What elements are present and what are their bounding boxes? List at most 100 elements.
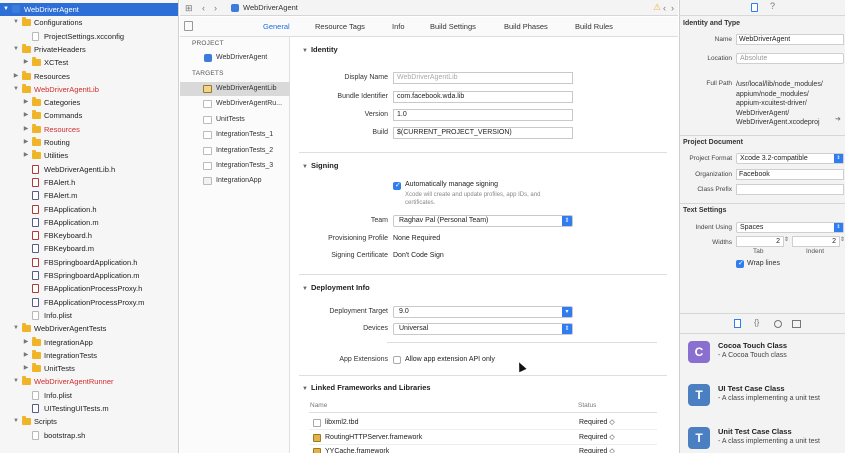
disclosure-right-icon[interactable]: ▶ [22,136,30,149]
framework-row[interactable]: RoutingHTTPServer.framework Required ◇ [309,431,657,445]
navigator-item[interactable]: ▼ WebDriverAgentRunner [0,375,178,388]
version-field[interactable]: 1.0 [393,109,573,121]
navigator-item[interactable]: WebDriverAgentLib.h [0,163,178,176]
navigator-item[interactable]: ▶ IntegrationApp [0,336,178,349]
build-field[interactable]: $(CURRENT_PROJECT_VERSION) [393,127,573,139]
signing-section-title[interactable]: ▼ Signing [302,161,338,170]
hide-targets-icon[interactable] [184,21,193,31]
disclosure-down-icon[interactable]: ▼ [12,16,20,29]
disclosure-down-icon[interactable]: ▼ [12,43,20,56]
navigator-item[interactable]: FBKeyboard.h [0,229,178,242]
navigator-item[interactable]: ▶ Routing [0,136,178,149]
disclosure-right-icon[interactable]: ▶ [22,123,30,136]
target-item[interactable]: IntegrationTests_3 [180,159,290,173]
navigator-item[interactable]: ProjectSettings.xcconfig [0,30,178,43]
tab-width-stepper[interactable]: ⇕ [784,236,789,243]
warning-icon[interactable]: ⚠ [653,2,661,13]
tab-resource-tags[interactable]: Resource Tags [315,22,365,31]
frameworks-name-header[interactable]: Name [310,402,327,409]
disclosure-down-icon[interactable]: ▼ [12,415,20,428]
tab-general[interactable]: General [263,22,290,31]
target-item[interactable]: IntegrationTests_2 [180,144,290,158]
back-icon-right[interactable]: ‹ [663,2,666,14]
frameworks-section-title[interactable]: ▼ Linked Frameworks and Libraries [302,383,431,392]
disclosure-right-icon[interactable]: ▶ [22,56,30,69]
framework-row[interactable]: YYCache.framework Required ◇ [309,445,657,453]
display-name-field[interactable]: WebDriverAgentLib [393,72,573,84]
library-template-item[interactable]: T UI Test Case Class - A class implementi… [684,380,844,420]
navigator-item[interactable]: FBApplicationProcessProxy.h [0,282,178,295]
related-items-icon[interactable]: ⊞ [185,2,193,14]
app-extension-api-checkbox[interactable] [393,356,401,364]
wrap-lines-checkbox[interactable] [736,259,744,268]
navigator-item[interactable]: ▶ Categories [0,96,178,109]
organization-field[interactable]: Facebook [736,169,844,180]
navigator-item[interactable]: ▶ Utilities [0,149,178,162]
disclosure-down-icon[interactable]: ▼ [12,375,20,388]
navigator-item[interactable]: FBApplicationProcessProxy.m [0,296,178,309]
tab-width-field[interactable]: 2 [736,236,784,247]
navigator-item[interactable]: FBSpringboardApplication.h [0,256,178,269]
bundle-id-field[interactable]: com.facebook.wda.lib [393,91,573,103]
disclosure-right-icon[interactable]: ▶ [22,362,30,375]
navigator-item[interactable]: ▶ Commands [0,109,178,122]
frameworks-status-header[interactable]: Status [578,402,596,409]
navigator-item[interactable]: ▼ WebDriverAgentLib [0,83,178,96]
target-item[interactable]: IntegrationTests_1 [180,128,290,142]
forward-icon-right[interactable]: › [671,2,674,14]
library-template-item[interactable]: C Cocoa Touch Class - A Cocoa Touch class [684,337,844,377]
navigator-item[interactable]: FBAlert.m [0,189,178,202]
object-library-icon[interactable] [774,320,782,328]
file-template-library-icon[interactable] [734,319,741,328]
navigator-item[interactable]: ▼ Configurations [0,16,178,29]
class-prefix-field[interactable] [736,184,844,195]
code-snippet-library-icon[interactable]: {} [754,318,759,327]
disclosure-right-icon[interactable]: ▶ [22,96,30,109]
project-navigator[interactable]: ▼ WebDriverAgent ▼ Configurations ProjectSet… [0,0,179,453]
disclosure-right-icon[interactable]: ▶ [22,149,30,162]
navigator-item[interactable]: FBAlert.h [0,176,178,189]
navigator-item[interactable]: ▼ PrivateHeaders [0,43,178,56]
navigator-item[interactable]: Info.plist [0,309,178,322]
tab-build-settings[interactable]: Build Settings [430,22,476,31]
target-item[interactable]: WebDriverAgentLib [180,82,290,96]
back-icon[interactable]: ‹ [202,2,205,14]
indent-using-popup[interactable]: Spaces ⇕ [736,222,844,233]
navigator-item[interactable]: ▶ Resources [0,70,178,83]
navigator-item[interactable]: FBApplication.m [0,216,178,229]
framework-status-popup[interactable]: Required ◇ [579,416,615,430]
disclosure-down-icon[interactable]: ▼ [12,83,20,96]
target-item[interactable]: WebDriverAgentRu... [180,97,290,111]
media-library-icon[interactable] [792,320,801,328]
team-popup[interactable]: Raghav Pal (Personal Team) ⇕ [393,215,573,227]
navigator-item[interactable]: FBSpringboardApplication.m [0,269,178,282]
navigator-item[interactable]: Info.plist [0,389,178,402]
disclosure-right-icon[interactable]: ▶ [22,349,30,362]
disclosure-right-icon[interactable]: ▶ [22,109,30,122]
reveal-in-finder-icon[interactable]: ➜ [835,115,841,123]
framework-status-popup[interactable]: Required ◇ [579,445,615,453]
navigator-item[interactable]: ▶ Resources [0,123,178,136]
navigator-item[interactable]: ▶ UnitTests [0,362,178,375]
navigator-item[interactable]: UITestingUITests.m [0,402,178,415]
project-item[interactable]: WebDriverAgent [180,51,290,65]
indent-width-field[interactable]: 2 [792,236,840,247]
disclosure-right-icon[interactable]: ▶ [22,336,30,349]
deployment-section-title[interactable]: ▼ Deployment Info [302,283,370,292]
navigator-item[interactable]: ▶ XCTest [0,56,178,69]
framework-row[interactable]: libxml2.tbd Required ◇ [309,416,657,430]
file-inspector-icon[interactable] [751,3,758,12]
navigator-item[interactable]: FBKeyboard.m [0,242,178,255]
location-popup[interactable]: Absolute [736,53,844,64]
disclosure-right-icon[interactable]: ▶ [12,70,20,83]
tab-build-phases[interactable]: Build Phases [504,22,548,31]
tab-build-rules[interactable]: Build Rules [575,22,613,31]
indent-width-stepper[interactable]: ⇕ [840,236,845,243]
disclosure-down-icon[interactable]: ▼ [2,3,10,16]
framework-status-popup[interactable]: Required ◇ [579,431,615,445]
quick-help-icon[interactable]: ? [770,1,775,11]
target-item[interactable]: UnitTests [180,113,290,127]
library-template-item[interactable]: T Unit Test Case Class - A class implemen… [684,423,844,453]
disclosure-down-icon[interactable]: ▼ [12,322,20,335]
breadcrumb[interactable]: WebDriverAgent [243,3,298,12]
